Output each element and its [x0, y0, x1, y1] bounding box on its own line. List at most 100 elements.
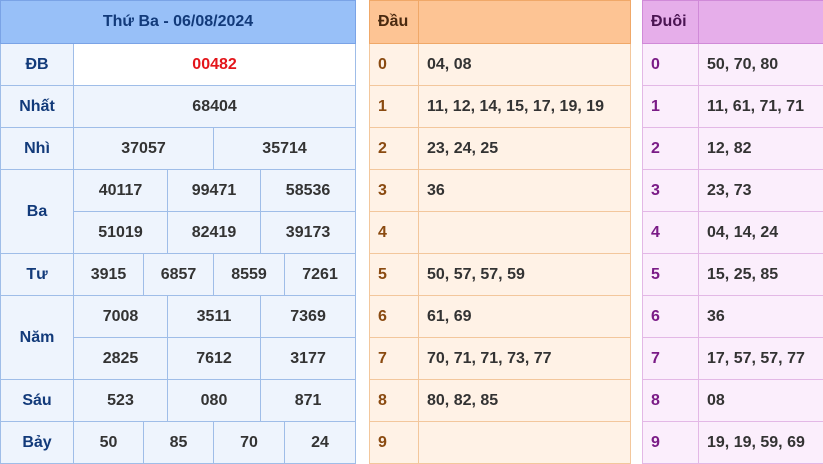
head-values: 80, 82, 85 — [418, 379, 631, 422]
head-values — [418, 421, 631, 464]
head-row: 9 — [369, 421, 631, 464]
head-values: 50, 57, 57, 59 — [418, 253, 631, 296]
prize-row-nam: Năm 7008 3511 7369 — [0, 295, 357, 380]
prize-number: 24 — [283, 421, 357, 464]
tail-row: 4 04, 14, 24 — [642, 211, 823, 254]
head-digit: 2 — [369, 127, 419, 170]
tail-values-header — [698, 0, 823, 44]
tail-values: 12, 82 — [698, 127, 823, 170]
prize-number: 080 — [167, 379, 261, 422]
prize-row-tu: Tư 3915 6857 8559 7261 — [0, 253, 357, 296]
head-digit: 5 — [369, 253, 419, 296]
prize-number: 871 — [259, 379, 357, 422]
prize-label: ĐB — [0, 43, 74, 86]
prize-number: 8559 — [213, 253, 285, 296]
prize-number: 70 — [213, 421, 285, 464]
head-digit: 7 — [369, 337, 419, 380]
head-column-header: Đầu — [369, 0, 419, 44]
tail-digit: 7 — [642, 337, 699, 380]
special-prize-number: 00482 — [72, 43, 357, 86]
tail-row: 7 17, 57, 57, 77 — [642, 337, 823, 380]
prize-number: 58536 — [259, 169, 357, 212]
prize-label: Ba — [0, 169, 74, 254]
prize-number: 50 — [73, 421, 144, 464]
prize-number: 99471 — [167, 169, 261, 212]
head-row: 6 61, 69 — [369, 295, 631, 338]
tail-values: 04, 14, 24 — [698, 211, 823, 254]
prize-number: 3511 — [167, 295, 261, 338]
head-values: 11, 12, 14, 15, 17, 19, 19 — [418, 85, 631, 128]
tail-column-header: Đuôi — [642, 0, 699, 44]
tail-digit: 2 — [642, 127, 699, 170]
tail-values: 36 — [698, 295, 823, 338]
prize-row-bay: Bảy 50 85 70 24 — [0, 421, 357, 464]
tail-row: 2 12, 82 — [642, 127, 823, 170]
head-row: 1 11, 12, 14, 15, 17, 19, 19 — [369, 85, 631, 128]
tail-digit: 6 — [642, 295, 699, 338]
tail-values: 19, 19, 59, 69 — [698, 421, 823, 464]
head-values: 36 — [418, 169, 631, 212]
prize-number: 7008 — [73, 295, 168, 338]
head-digit: 3 — [369, 169, 419, 212]
prize-row-nhat: Nhất 68404 — [0, 85, 357, 128]
prize-label: Nhì — [0, 127, 74, 170]
prize-label: Bảy — [0, 421, 74, 464]
prize-number: 68404 — [72, 85, 357, 128]
tail-values: 08 — [698, 379, 823, 422]
prize-row-ba: Ba 40117 99471 58536 — [0, 169, 357, 254]
tail-digit: 1 — [642, 85, 699, 128]
tail-digit: 5 — [642, 253, 699, 296]
head-values: 70, 71, 71, 73, 77 — [418, 337, 631, 380]
prize-row-nhi: Nhì 37057 35714 — [0, 127, 357, 170]
prize-row-db: ĐB 00482 — [0, 43, 357, 86]
tail-digit: 4 — [642, 211, 699, 254]
tail-digit: 9 — [642, 421, 699, 464]
tail-digit: 3 — [642, 169, 699, 212]
prize-number: 2825 — [73, 337, 168, 380]
head-digit: 4 — [369, 211, 419, 254]
prize-label: Sáu — [0, 379, 74, 422]
head-row: 4 — [369, 211, 631, 254]
tail-row: 8 08 — [642, 379, 823, 422]
prize-number: 7612 — [167, 337, 261, 380]
tail-row: 6 36 — [642, 295, 823, 338]
prize-number: 35714 — [212, 127, 357, 170]
head-digit-table: Đầu 0 04, 08 1 11, 12, 14, 15, 17, 19, 19 2 2… — [369, 0, 631, 464]
tail-row: 3 23, 73 — [642, 169, 823, 212]
head-row: 0 04, 08 — [369, 43, 631, 86]
prize-number: 51019 — [73, 211, 168, 254]
tail-digit: 8 — [642, 379, 699, 422]
head-values-header — [418, 0, 631, 44]
prize-label: Nhất — [0, 85, 74, 128]
head-values — [418, 211, 631, 254]
tail-row: 1 11, 61, 71, 71 — [642, 85, 823, 128]
tail-values: 23, 73 — [698, 169, 823, 212]
tail-row: 9 19, 19, 59, 69 — [642, 421, 823, 464]
tail-values: 50, 70, 80 — [698, 43, 823, 86]
head-row: 2 23, 24, 25 — [369, 127, 631, 170]
head-row: 5 50, 57, 57, 59 — [369, 253, 631, 296]
prize-number: 7369 — [259, 295, 357, 338]
tail-values: 15, 25, 85 — [698, 253, 823, 296]
prize-label: Năm — [0, 295, 74, 380]
prize-number: 82419 — [167, 211, 261, 254]
prize-label: Tư — [0, 253, 74, 296]
tail-values: 17, 57, 57, 77 — [698, 337, 823, 380]
prize-number: 6857 — [143, 253, 214, 296]
lottery-results-table: Thứ Ba - 06/08/2024 ĐB 00482 Nhất 68404 … — [0, 0, 357, 464]
head-values: 23, 24, 25 — [418, 127, 631, 170]
results-date-title: Thứ Ba - 06/08/2024 — [0, 0, 357, 44]
head-values: 04, 08 — [418, 43, 631, 86]
head-digit: 8 — [369, 379, 419, 422]
tail-row: 0 50, 70, 80 — [642, 43, 823, 86]
prize-number: 37057 — [73, 127, 214, 170]
head-digit: 9 — [369, 421, 419, 464]
prize-number: 39173 — [259, 211, 357, 254]
head-values: 61, 69 — [418, 295, 631, 338]
prize-number: 3177 — [259, 337, 357, 380]
head-digit: 6 — [369, 295, 419, 338]
prize-number: 3915 — [73, 253, 144, 296]
prize-number: 523 — [73, 379, 168, 422]
prize-row-sau: Sáu 523 080 871 — [0, 379, 357, 422]
tail-digit-table: Đuôi 0 50, 70, 80 1 11, 61, 71, 71 2 12, 82 3 2… — [642, 0, 823, 464]
